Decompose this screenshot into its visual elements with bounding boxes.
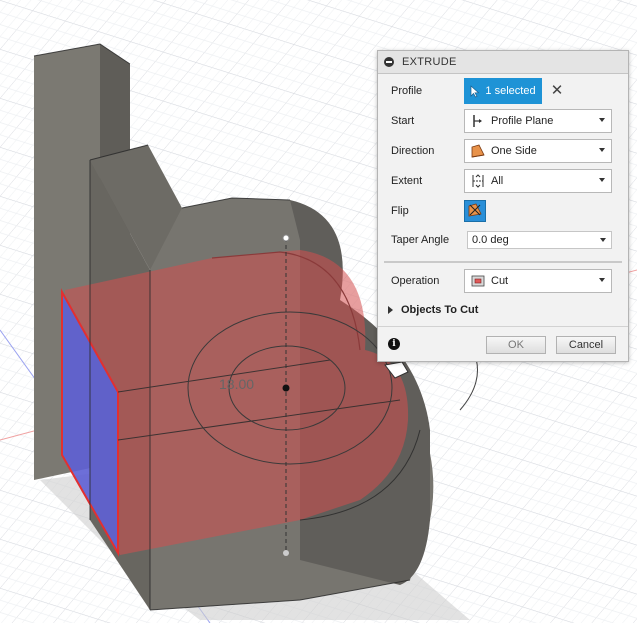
objects-to-cut-toggle[interactable]: Objects To Cut [388,304,478,316]
start-row: Start Profile Plane [378,107,628,135]
taper-row: Taper Angle 0.0 deg [378,226,628,254]
axis-top-point [282,234,290,242]
profile-selection-text: 1 selected [485,85,536,97]
chevron-down-icon [599,118,605,122]
extent-row: Extent All [378,167,628,195]
center-point [282,384,290,392]
expand-triangle-icon [388,306,393,314]
extent-value: All [491,175,504,187]
extrude-dialog: EXTRUDE Profile 1 selected ✕ Start Profi… [377,50,629,362]
flip-row: Flip [378,197,628,225]
extent-dropdown[interactable]: All [464,169,612,193]
operation-label: Operation [391,275,440,287]
dialog-title: EXTRUDE [402,56,457,68]
chevron-down-icon [599,278,605,282]
extent-all-icon [469,172,487,190]
chevron-down-icon [599,178,605,182]
profile-select-button[interactable]: 1 selected [464,78,542,104]
axis-bottom-point [283,550,289,556]
info-icon[interactable]: i [388,338,400,350]
taper-value: 0.0 deg [472,234,509,246]
close-icon[interactable]: ✕ [550,83,564,98]
flip-icon [467,202,483,221]
dialog-header: EXTRUDE [378,51,628,74]
extent-label: Extent [391,175,423,187]
ok-button[interactable]: OK [486,336,546,354]
flip-label: Flip [391,205,409,217]
profile-label: Profile [391,85,423,97]
cut-icon [469,272,487,290]
dimension-label[interactable]: 18.00 [219,376,254,392]
section-divider [384,261,622,263]
objects-to-cut-label: Objects To Cut [401,304,479,316]
operation-dropdown[interactable]: Cut [464,269,612,293]
operation-value: Cut [491,275,509,287]
taper-angle-input[interactable]: 0.0 deg [467,231,612,249]
cancel-button[interactable]: Cancel [556,336,616,354]
chevron-down-icon[interactable] [600,238,606,242]
direction-label: Direction [391,145,435,157]
cursor-icon [471,84,480,97]
start-dropdown[interactable]: Profile Plane [464,109,612,133]
direction-value: One Side [491,145,537,157]
one-side-icon [469,142,487,160]
start-label: Start [391,115,415,127]
start-value: Profile Plane [491,115,554,127]
taper-label: Taper Angle [391,234,450,246]
profile-plane-icon [469,112,487,130]
chevron-down-icon [599,148,605,152]
operation-row: Operation Cut [378,267,628,295]
dialog-footer: i OK Cancel [378,326,628,361]
direction-dropdown[interactable]: One Side [464,139,612,163]
profile-row: Profile 1 selected ✕ [378,77,628,105]
flip-button[interactable] [464,200,486,222]
collapse-icon[interactable] [384,57,394,67]
direction-row: Direction One Side [378,137,628,165]
